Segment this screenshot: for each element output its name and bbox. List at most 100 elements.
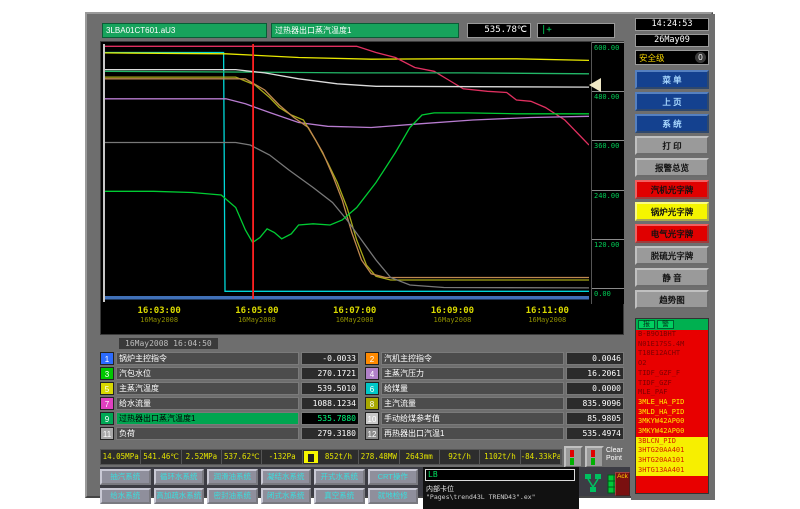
network-icon[interactable] <box>583 472 603 496</box>
ack-button[interactable]: Ack <box>615 472 630 496</box>
legend-row[interactable]: 8主汽流量835.9096 <box>365 397 624 410</box>
sidebar-button[interactable]: 菜 单 <box>635 70 709 89</box>
cursor-timestamp: 16May2008 16:04:50 <box>119 338 218 349</box>
legend-row[interactable]: 3汽包水位270.1721 <box>100 367 359 380</box>
legend-row[interactable]: 6给煤量0.0000 <box>365 382 624 395</box>
x-tick-time: 16:09:00 <box>417 306 487 316</box>
alarm-item[interactable]: 3MLE_HA_PID <box>636 398 708 408</box>
aux-entry-box[interactable]: |+ <box>537 23 615 38</box>
legend-row[interactable]: 2汽机主控指令0.0046 <box>365 352 624 365</box>
nav-button[interactable]: 凝结水系统 <box>261 469 312 485</box>
alarm-item[interactable]: 3BLCN_PID <box>636 437 708 447</box>
legend-color-chip: 10 <box>365 412 379 425</box>
legend-row[interactable]: 7给水流量1088.1234 <box>100 397 359 410</box>
legend-column-left: 1锅炉主控指令-0.0033 3汽包水位270.1721 5主蒸汽温度539.501… <box>100 352 359 446</box>
legend-row[interactable]: 9过热器出口蒸汽温度1535.7880 <box>100 412 359 425</box>
nav-button[interactable]: 闭式水系统 <box>261 488 312 504</box>
sidebar-button[interactable]: 打 印 <box>635 136 709 155</box>
date-display: 26May09 <box>635 34 709 47</box>
legend-color-chip: 9 <box>100 412 114 425</box>
legend-value: 535.7880 <box>301 412 359 425</box>
legend-value: 539.5010 <box>301 382 359 395</box>
alarm-item[interactable]: 3MLD_HA_PID <box>636 408 708 418</box>
nav-button[interactable]: 高加疏水系统 <box>154 488 205 504</box>
legend-row[interactable]: 12再热器出口汽温1535.4974 <box>365 427 624 440</box>
alarm-item[interactable]: 3HTG20AA401 <box>636 446 708 456</box>
legend-color-chip: 6 <box>365 382 379 395</box>
trend-chart-frame: 16:03:0016May200816:05:0016May200816:07:… <box>100 41 624 335</box>
x-tick-time: 16:07:00 <box>320 306 390 316</box>
nav-button[interactable]: 密封油系统 <box>207 488 258 504</box>
x-tick-date: 16May2008 <box>512 316 582 324</box>
nav-button[interactable]: 就地检修 <box>368 488 419 504</box>
time-axis: 16:03:0016May200816:05:0016May200816:07:… <box>103 306 587 332</box>
alarm-tab[interactable]: 报 <box>638 320 655 329</box>
status-value: 92t/h <box>440 450 480 464</box>
nav-button[interactable]: 润滑油系统 <box>207 469 258 485</box>
legend-value: 16.2061 <box>566 367 624 380</box>
status-value: 852t/h <box>319 450 359 464</box>
legend-value: 279.3180 <box>301 427 359 440</box>
legend-color-chip: 12 <box>365 427 379 440</box>
alarm-tab[interactable]: 警 <box>657 320 674 329</box>
dcs-window: 3LBA01CT601.aU3 过热器出口蒸汽温度1 535.78℃ |+ 16… <box>85 12 713 498</box>
alarm-item[interactable]: T18E12ACHT <box>636 349 708 359</box>
trend-curve-green-drum-level <box>105 113 589 243</box>
alarm-item[interactable]: TIDF_GZF_F <box>636 369 708 379</box>
alarm-item[interactable]: 3HTG20AA101 <box>636 456 708 466</box>
alarm-item[interactable]: 3MKYW42AP00 <box>636 417 708 427</box>
nav-button[interactable]: 开式水系统 <box>314 469 365 485</box>
legend-label: 负荷 <box>116 427 299 440</box>
sidebar-button[interactable]: 锅炉光字牌 <box>635 202 709 221</box>
nav-button[interactable]: 给水系统 <box>100 488 151 504</box>
nav-button[interactable]: CRT操作 <box>368 469 419 485</box>
trend-toggle-button-2[interactable] <box>585 446 604 468</box>
sidebar-button[interactable]: 电气光字牌 <box>635 224 709 243</box>
status-mode-indicator-icon[interactable] <box>304 451 318 463</box>
legend-row[interactable]: 1锅炉主控指令-0.0033 <box>100 352 359 365</box>
nav-button[interactable]: 循环水系统 <box>154 469 205 485</box>
y-tick-label: 480.00 <box>592 91 624 101</box>
alarm-item[interactable]: 3MKYW42AP00 <box>636 427 708 437</box>
status-value: -132Pa <box>262 450 302 464</box>
sidebar-button[interactable]: 静 音 <box>635 268 709 287</box>
legend-label: 给水流量 <box>116 397 299 410</box>
trend-plot-area[interactable] <box>103 44 587 302</box>
point-tag-field[interactable]: 3LBA01CT601.aU3 <box>102 23 267 38</box>
sidebar-button[interactable]: 汽机光字牌 <box>635 180 709 199</box>
legend-value: 535.4974 <box>566 427 624 440</box>
alarm-item[interactable]: 3HTG13AA401 <box>636 466 708 476</box>
sidebar-button[interactable]: 上 页 <box>635 92 709 111</box>
security-label: 安全级 <box>639 52 665 64</box>
sidebar-button[interactable]: 报警总览 <box>635 158 709 177</box>
nav-button[interactable]: 抽汽系统 <box>100 469 151 485</box>
alarm-item[interactable]: B-B9O1BHT <box>636 330 708 340</box>
legend-label: 给煤量 <box>381 382 564 395</box>
command-input[interactable]: LB <box>425 469 575 481</box>
trend-toggle-button-1[interactable] <box>564 446 583 468</box>
pen-legend-table: 1锅炉主控指令-0.0033 3汽包水位270.1721 5主蒸汽温度539.501… <box>100 352 624 446</box>
alarm-item[interactable]: MLE_PAF <box>636 388 708 398</box>
x-tick-time: 16:05:00 <box>222 306 292 316</box>
sidebar-button[interactable]: 趋势图 <box>635 290 709 309</box>
point-name-field[interactable]: 过热器出口蒸汽温度1 <box>271 23 459 38</box>
scale-pointer-triangle-icon[interactable] <box>589 78 601 92</box>
alarm-item[interactable]: N01E17SS.4M <box>636 340 708 350</box>
sidebar-buttons: 菜 单上 页系 统打 印报警总览汽机光字牌锅炉光字牌电气光字牌脱硫光字牌静 音趋… <box>635 70 709 312</box>
legend-row[interactable]: 10手动给煤参考值85.9805 <box>365 412 624 425</box>
alarm-item[interactable]: O2 <box>636 359 708 369</box>
alarm-list-panel: 报警 B-B9O1BHTN01E17SS.4MT18E12ACHTO2TIDF_… <box>635 318 709 494</box>
nav-button[interactable]: 真空系统 <box>314 488 365 504</box>
sidebar-button[interactable]: 脱硫光字牌 <box>635 246 709 265</box>
sidebar-button[interactable]: 系 统 <box>635 114 709 133</box>
trend-curve-crimson-feedwater-flow <box>105 46 589 145</box>
legend-row[interactable]: 11负荷279.3180 <box>100 427 359 440</box>
legend-label: 汽包水位 <box>116 367 299 380</box>
alarm-item[interactable]: TIDF_GZF <box>636 379 708 389</box>
security-level-box: 安全级 0 <box>635 50 709 65</box>
status-value: 2.52MPa <box>182 450 222 464</box>
clear-point-button[interactable]: Clear Point <box>606 447 630 463</box>
x-tick-date: 16May2008 <box>320 316 390 324</box>
legend-row[interactable]: 5主蒸汽温度539.5010 <box>100 382 359 395</box>
legend-row[interactable]: 4主蒸汽压力16.2061 <box>365 367 624 380</box>
